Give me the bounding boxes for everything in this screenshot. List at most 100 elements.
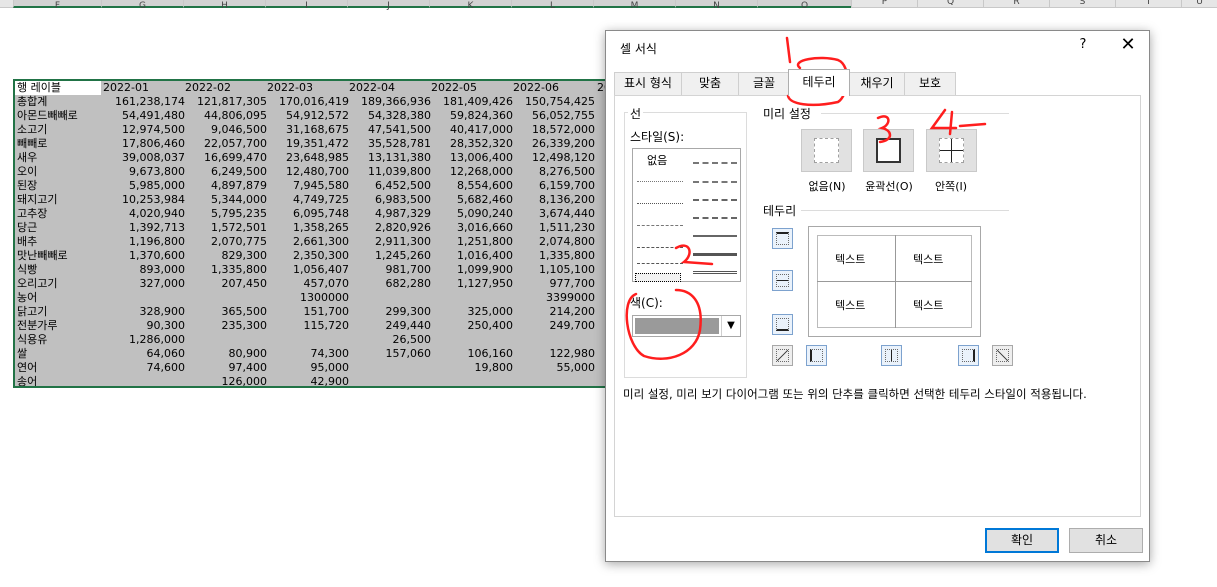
pivot-value-cell[interactable]: 1,056,407 [267, 263, 349, 277]
help-button[interactable]: ? [1075, 37, 1091, 52]
pivot-value-cell[interactable]: 189,366,936 [349, 95, 431, 109]
pivot-value-cell[interactable]: 150,754,425 [513, 95, 595, 109]
row-label[interactable]: 된장 [17, 179, 101, 193]
column-header-l[interactable]: L [511, 0, 593, 11]
row-label[interactable]: 배추 [17, 235, 101, 249]
pivot-value-cell[interactable]: 4,987,329 [349, 207, 431, 221]
pivot-value-cell[interactable]: 4,020,940 [103, 207, 185, 221]
pivot-value-cell[interactable]: 44,806,095 [185, 109, 267, 123]
row-label[interactable]: 농어 [17, 291, 101, 305]
close-button[interactable]: ✕ [1116, 35, 1140, 57]
pivot-value-cell[interactable]: 682,280 [349, 277, 432, 291]
pivot-value-cell[interactable]: 12,974,500 [103, 123, 185, 137]
column-header-q[interactable]: Q [917, 0, 983, 8]
pivot-value-cell[interactable]: 74,300 [267, 347, 350, 361]
ok-button[interactable]: 확인 [985, 528, 1059, 553]
column-header-s[interactable]: S [1049, 0, 1115, 8]
pivot-value-cell[interactable]: 1,251,800 [431, 235, 513, 249]
tab-font[interactable]: 글꼴 [738, 72, 790, 95]
column-header-n[interactable]: N [675, 0, 757, 11]
row-label[interactable]: 오리고기 [17, 277, 101, 291]
pivot-table[interactable]: 행 레이블 2022-01 2022-02 2022-03 2022-04 20… [13, 79, 613, 388]
pivot-value-cell[interactable]: 328,900 [103, 305, 186, 319]
line-style-medium[interactable] [693, 235, 737, 237]
pivot-value-cell[interactable]: 17,806,460 [103, 137, 185, 151]
pivot-value-cell[interactable]: 56,052,755 [513, 109, 595, 123]
pivot-value-cell[interactable]: 19,351,472 [267, 137, 349, 151]
pivot-value-cell[interactable]: 12,268,000 [431, 165, 513, 179]
border-right-button[interactable] [958, 345, 979, 366]
pivot-value-cell[interactable]: 28,352,320 [431, 137, 513, 151]
pivot-value-cell[interactable]: 1,358,265 [267, 221, 349, 235]
pivot-value-cell[interactable]: 249,700 [513, 319, 596, 333]
row-label[interactable]: 식용유 [17, 333, 101, 347]
pivot-value-cell[interactable]: 3,016,660 [431, 221, 513, 235]
period-header[interactable]: 2022-04 [349, 81, 431, 95]
preset-outline-button[interactable] [863, 129, 914, 172]
pivot-value-cell[interactable]: 2,820,926 [349, 221, 431, 235]
pivot-value-cell[interactable]: 4,897,879 [185, 179, 267, 193]
border-diagonal-down-button[interactable] [992, 345, 1013, 366]
row-label[interactable]: 연어 [17, 361, 101, 375]
row-label[interactable]: 전분가루 [17, 319, 101, 333]
line-style-double[interactable] [693, 271, 737, 274]
row-label[interactable]: 고추장 [17, 207, 101, 221]
pivot-value-cell[interactable]: 9,046,500 [185, 123, 267, 137]
row-label[interactable]: 식빵 [17, 263, 101, 277]
pivot-value-cell[interactable]: 35,528,781 [349, 137, 431, 151]
pivot-value-cell[interactable]: 7,945,580 [267, 179, 349, 193]
pivot-value-cell[interactable]: 170,016,419 [267, 95, 349, 109]
pivot-value-cell[interactable]: 126,000 [185, 375, 268, 386]
pivot-value-cell[interactable]: 39,008,037 [103, 151, 185, 165]
pivot-value-cell[interactable]: 18,572,000 [513, 123, 595, 137]
row-label[interactable]: 오이 [17, 165, 101, 179]
border-top-button[interactable] [772, 228, 793, 249]
pivot-value-cell[interactable]: 54,912,572 [267, 109, 349, 123]
tab-protection[interactable]: 보호 [904, 72, 956, 95]
pivot-value-cell[interactable]: 26,339,200 [513, 137, 595, 151]
column-header-o[interactable]: O [757, 0, 851, 11]
pivot-value-cell[interactable]: 207,450 [185, 277, 268, 291]
line-style-none[interactable]: 없음 [647, 152, 667, 168]
line-style-thick[interactable] [693, 253, 737, 256]
pivot-value-cell[interactable]: 1,335,800 [185, 263, 267, 277]
preset-inside-button[interactable] [926, 129, 977, 172]
tab-fill[interactable]: 채우기 [849, 72, 905, 95]
pivot-value-cell[interactable]: 1,511,230 [513, 221, 595, 235]
pivot-value-cell[interactable]: 161,238,174 [103, 95, 185, 109]
pivot-value-cell[interactable]: 59,824,360 [431, 109, 513, 123]
tab-number[interactable]: 표시 형식 [614, 72, 682, 95]
pivot-value-cell[interactable]: 3,674,440 [513, 207, 595, 221]
period-header[interactable]: 2022-01 [103, 81, 185, 95]
column-header-m[interactable]: M [593, 0, 675, 11]
row-label[interactable]: 빼빼로 [17, 137, 101, 151]
pivot-value-cell[interactable]: 13,131,380 [349, 151, 431, 165]
column-header-h[interactable]: H [183, 0, 265, 11]
row-label[interactable]: 총합계 [17, 95, 101, 109]
pivot-value-cell[interactable]: 2,350,300 [267, 249, 349, 263]
pivot-value-cell[interactable]: 31,168,675 [267, 123, 349, 137]
line-style-dotted[interactable] [637, 203, 683, 204]
tab-border[interactable]: 테두리 [788, 69, 850, 96]
pivot-value-cell[interactable]: 5,795,235 [185, 207, 267, 221]
pivot-value-cell[interactable]: 6,452,500 [349, 179, 431, 193]
row-label[interactable]: 닭고기 [17, 305, 101, 319]
pivot-value-cell[interactable]: 106,160 [431, 347, 514, 361]
pivot-value-cell[interactable]: 1300000 [267, 291, 349, 305]
pivot-value-cell[interactable]: 115,720 [267, 319, 350, 333]
pivot-value-cell[interactable]: 6,159,700 [513, 179, 595, 193]
pivot-value-cell[interactable]: 157,060 [349, 347, 432, 361]
pivot-value-cell[interactable]: 325,000 [431, 305, 514, 319]
column-header-t[interactable]: T [1115, 0, 1181, 8]
tab-alignment[interactable]: 맞춤 [681, 72, 739, 95]
row-label[interactable]: 맛난빼빼로 [17, 249, 101, 263]
pivot-value-cell[interactable]: 1,245,260 [349, 249, 431, 263]
pivot-value-cell[interactable]: 5,985,000 [103, 179, 185, 193]
pivot-value-cell[interactable]: 47,541,500 [349, 123, 431, 137]
pivot-value-cell[interactable]: 1,196,800 [103, 235, 185, 249]
pivot-value-cell[interactable]: 40,417,000 [431, 123, 513, 137]
pivot-value-cell[interactable]: 1,105,100 [513, 263, 595, 277]
pivot-value-cell[interactable]: 8,554,600 [431, 179, 513, 193]
pivot-value-cell[interactable]: 64,060 [103, 347, 186, 361]
pivot-value-cell[interactable]: 80,900 [185, 347, 268, 361]
